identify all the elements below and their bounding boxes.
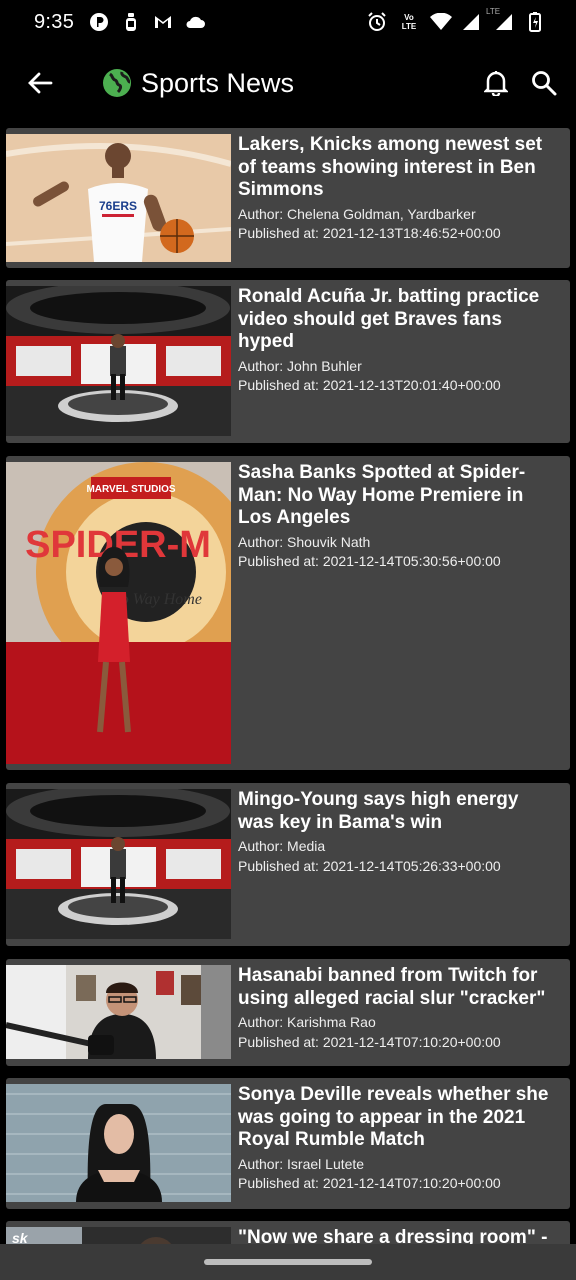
article-thumbnail: MARVEL STUDIOS SPIDER-M No Way Home <box>6 462 231 764</box>
article-author: Author: Chelena Goldman, Yardbarker <box>238 205 476 222</box>
app-bar: Sports News <box>0 44 576 122</box>
article-title[interactable]: Ronald Acuña Jr. batting practice video … <box>238 286 556 354</box>
gmail-icon <box>152 11 174 33</box>
article-card[interactable]: 76ERS Lakers, Knicks among newest set of… <box>6 128 570 268</box>
lte-signal-icon: LTE <box>486 7 516 33</box>
article-thumbnail <box>6 1084 231 1202</box>
bell-icon <box>484 71 508 96</box>
article-published: Published at: 2021-12-14T05:30:56+00:00 <box>238 553 501 569</box>
article-text: Sonya Deville reveals whether she was go… <box>238 1084 556 1194</box>
thumb-text: sk <box>12 1230 29 1244</box>
article-text: "Now we share a dressing room" - <box>238 1227 556 1244</box>
lte-label: LTE <box>486 7 501 16</box>
article-published: Published at: 2021-12-14T07:10:20+00:00 <box>238 1175 501 1191</box>
article-thumbnail <box>6 286 231 436</box>
article-title[interactable]: Hasanabi banned from Twitch for using al… <box>238 965 556 1010</box>
article-title[interactable]: Lakers, Knicks among newest set of teams… <box>238 134 556 202</box>
article-title[interactable]: "Now we share a dressing room" - <box>238 1227 556 1244</box>
notifications-button[interactable] <box>476 63 516 103</box>
article-published: Published at: 2021-12-13T18:46:52+00:00 <box>238 225 501 241</box>
battery-icon <box>524 11 546 33</box>
notification-icons <box>88 11 206 33</box>
article-title[interactable]: Sasha Banks Spotted at Spider-Man: No Wa… <box>238 462 556 530</box>
article-card[interactable]: MARVEL STUDIOS SPIDER-M No Way Home Sash… <box>6 456 570 770</box>
article-text: Lakers, Knicks among newest set of teams… <box>238 134 556 244</box>
article-published: Published at: 2021-12-14T05:26:33+00:00 <box>238 857 501 874</box>
back-button[interactable] <box>20 63 60 103</box>
article-list[interactable]: 76ERS Lakers, Knicks among newest set of… <box>0 122 576 1244</box>
article-card[interactable]: Ronald Acuña Jr. batting practice video … <box>6 280 570 443</box>
volte-label: Vo LTE <box>401 13 417 31</box>
article-title[interactable]: Mingo-Young says high energy was key in … <box>238 789 556 834</box>
article-title[interactable]: Sonya Deville reveals whether she was go… <box>238 1084 556 1152</box>
article-thumbnail: sk <box>6 1227 231 1244</box>
article-author: Author: Israel Lutete <box>238 1155 365 1172</box>
bottle-icon <box>120 11 142 33</box>
status-bar: 9:35 Vo LTE LTE <box>0 0 576 44</box>
cloud-icon <box>184 11 206 33</box>
app-title: Sports News <box>141 67 295 98</box>
article-text: Ronald Acuña Jr. batting practice video … <box>238 286 556 396</box>
wifi-icon <box>430 11 452 33</box>
pinterest-icon <box>88 11 110 33</box>
article-author: Author: John Buhler <box>238 357 362 374</box>
home-gesture-handle[interactable] <box>204 1259 372 1265</box>
article-card[interactable]: sk "Now we share a dressing room" - <box>6 1221 570 1244</box>
system-icons: Vo LTE LTE <box>366 7 546 33</box>
globe-icon <box>103 69 131 97</box>
article-thumbnail <box>6 965 231 1059</box>
article-thumbnail: 76ERS <box>6 134 231 262</box>
poster-brand: MARVEL STUDIOS <box>86 484 175 495</box>
article-text: Hasanabi banned from Twitch for using al… <box>238 965 556 1052</box>
back-arrow-icon <box>28 72 53 94</box>
article-author: Author: Media <box>238 838 326 854</box>
article-card[interactable]: Sonya Deville reveals whether she was go… <box>6 1078 570 1209</box>
article-published: Published at: 2021-12-14T07:10:20+00:00 <box>238 1033 501 1050</box>
article-published: Published at: 2021-12-13T20:01:40+00:00 <box>238 377 501 393</box>
article-author: Author: Karishma Rao <box>238 1014 376 1030</box>
article-text: Sasha Banks Spotted at Spider-Man: No Wa… <box>238 462 556 572</box>
search-button[interactable] <box>524 63 564 103</box>
signal-icon <box>460 11 482 33</box>
article-thumbnail <box>6 789 231 939</box>
alarm-icon <box>366 11 388 33</box>
status-time: 9:35 <box>34 10 75 33</box>
article-card[interactable]: Hasanabi banned from Twitch for using al… <box>6 959 570 1066</box>
article-author: Author: Shouvik Nath <box>238 533 371 550</box>
navigation-bar <box>0 1244 576 1280</box>
volte-icon: Vo LTE <box>396 11 422 33</box>
article-card[interactable]: Mingo-Young says high energy was key in … <box>6 783 570 946</box>
article-text: Mingo-Young says high energy was key in … <box>238 789 556 876</box>
search-icon <box>532 71 557 96</box>
jersey-text: 76ERS <box>99 199 137 213</box>
